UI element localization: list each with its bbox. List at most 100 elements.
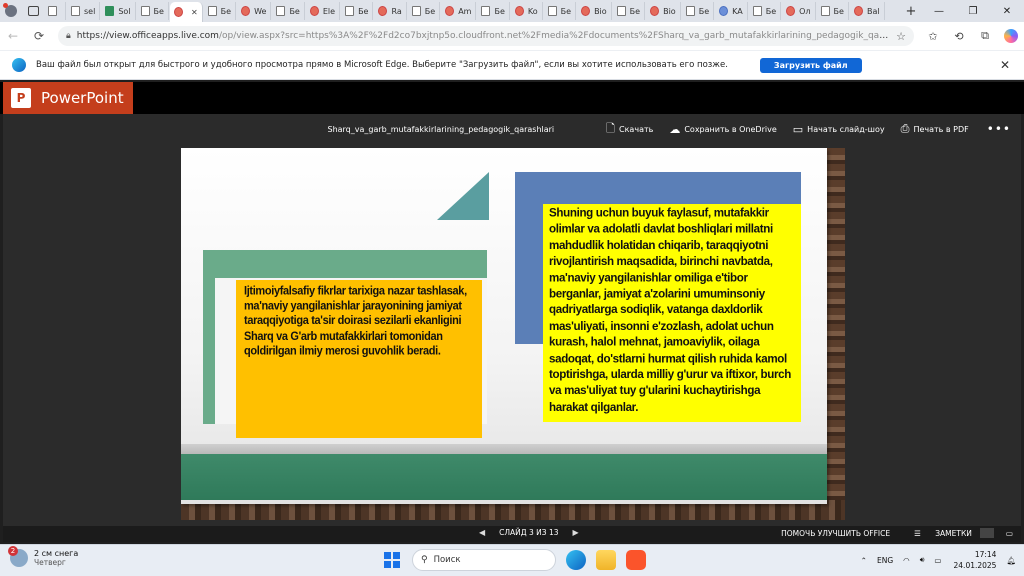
weather-snow-icon: 2: [8, 546, 28, 567]
new-tab-button[interactable]: +: [900, 4, 922, 19]
browser-tab[interactable]: Бе: [272, 2, 305, 20]
tab-label: Ele: [322, 6, 336, 16]
tab-favicon-icon: [140, 6, 150, 16]
right-text: Shuning uchun buyuk faylasuf, mutafakkir…: [549, 206, 791, 414]
browser-tab-strip: sel Sol Бе ✕ Бе We Бе Ele Бе Ra Бе Am Бе Ko Бе Bio Бе Bio…: [0, 0, 1024, 22]
brave-app-icon[interactable]: [626, 550, 646, 570]
download-label: Скачать: [619, 124, 654, 134]
browser-tab[interactable]: Бе: [682, 2, 715, 20]
taskbar-search[interactable]: ⚲ Поиск: [412, 549, 556, 571]
tab-label: Бе: [765, 6, 777, 16]
tab-label: Sol: [118, 6, 131, 16]
battery-icon[interactable]: ▭: [934, 556, 941, 565]
tab-favicon-icon: [820, 6, 830, 16]
minimize-icon[interactable]: —: [922, 0, 956, 22]
browser-tab[interactable]: Бе: [477, 2, 510, 20]
file-explorer-icon[interactable]: [596, 550, 616, 570]
browser-tab[interactable]: Am: [441, 2, 477, 20]
notifications-icon[interactable]: 🔔︎: [1006, 556, 1016, 565]
tab-label: Бе: [358, 6, 369, 16]
language-indicator[interactable]: ENG: [877, 556, 893, 565]
browser-tab[interactable]: [44, 2, 66, 20]
start-slideshow-button[interactable]: ▭ Начать слайд-шоу: [793, 123, 885, 136]
print-pdf-label: Печать в PDF: [913, 124, 969, 134]
wifi-icon[interactable]: ◠: [903, 556, 910, 565]
edge-app-icon[interactable]: [566, 550, 586, 570]
tab-label: Бе: [629, 6, 641, 16]
tab-favicon-icon: [581, 6, 591, 16]
windows-taskbar: 2 2 см снега Четверг ⚲ Поиск ⌃ ENG ◠ 🔊︎ …: [0, 544, 1024, 576]
browser-tab[interactable]: Бе: [749, 2, 782, 20]
chevron-up-icon[interactable]: ⌃: [861, 556, 867, 565]
save-onedrive-button[interactable]: ☁ Сохранить в OneDrive: [669, 123, 776, 136]
history-icon[interactable]: ⟲: [946, 30, 972, 43]
browser-tab[interactable]: ✕: [169, 2, 203, 22]
weather-subtitle: Четверг: [34, 558, 66, 567]
browser-tab[interactable]: KA: [715, 2, 748, 20]
browser-tab[interactable]: Ra: [374, 2, 407, 20]
favorites-icon[interactable]: ✩: [920, 30, 946, 43]
volume-icon[interactable]: 🔊︎: [920, 555, 925, 565]
tab-favicon-icon: [378, 6, 388, 16]
favorite-star-icon[interactable]: ☆: [896, 30, 906, 43]
print-pdf-button[interactable]: ⎙ Печать в PDF: [901, 122, 969, 136]
browser-tab[interactable]: Бе: [408, 2, 441, 20]
improve-office-link[interactable]: ПОМОЧЬ УЛУЧШИТЬ OFFICE: [781, 529, 890, 538]
close-info-bar-icon[interactable]: ✕: [1000, 58, 1010, 72]
browser-tab[interactable]: Bio: [646, 2, 681, 20]
browser-tab[interactable]: Бе: [817, 2, 849, 20]
back-icon[interactable]: ←: [0, 29, 26, 43]
workspaces-button[interactable]: [22, 0, 44, 22]
tab-favicon-icon: [685, 6, 695, 16]
tab-close-icon[interactable]: ✕: [191, 8, 198, 17]
browser-tab[interactable]: Бе: [544, 2, 577, 20]
next-slide-icon[interactable]: ▶: [573, 528, 579, 537]
profile-button[interactable]: [0, 0, 22, 22]
maximize-icon[interactable]: ❐: [956, 0, 990, 22]
browser-tab[interactable]: Bal: [850, 2, 885, 20]
browser-tab[interactable]: Bio: [577, 2, 612, 20]
browser-tab[interactable]: Бе: [341, 2, 374, 20]
browser-tab[interactable]: Ko: [511, 2, 543, 20]
browser-tab[interactable]: Ол: [782, 2, 816, 20]
prev-slide-icon[interactable]: ◀: [479, 528, 485, 537]
profile-icon: [3, 3, 17, 17]
search-icon: ⚲: [421, 555, 428, 565]
right-text-box: Shuning uchun buyuk faylasuf, mutafakkir…: [543, 204, 801, 422]
copilot-icon[interactable]: [1004, 29, 1018, 43]
browser-tab[interactable]: Бе: [137, 2, 169, 20]
browser-tab[interactable]: Бе: [204, 2, 237, 20]
taskbar-center: ⚲ Поиск: [384, 549, 646, 571]
download-button[interactable]: 🗋︎ Скачать: [606, 120, 653, 139]
slide-navigation: ◀ СЛАЙД 3 ИЗ 13 ▶: [465, 528, 593, 537]
url-text: https://view.officeapps.live.com/op/view…: [77, 31, 890, 41]
tab-label: Ол: [799, 6, 811, 16]
normal-view-icon[interactable]: [979, 528, 994, 538]
notes-button[interactable]: ☰ ЗАМЕТКИ: [902, 529, 972, 538]
tab-label: Ko: [527, 6, 538, 16]
weather-widget[interactable]: 2 2 см снега Четверг: [8, 546, 78, 567]
download-file-button[interactable]: Загрузить файл: [759, 57, 862, 73]
browser-tab[interactable]: Бе: [613, 2, 646, 20]
tab-label: Бе: [220, 6, 232, 16]
ppt-brand[interactable]: P PowerPoint: [3, 82, 133, 114]
url-path: /op/view.aspx?src=https%3A%2F%2Fd2co7bxj…: [218, 31, 891, 41]
collections-icon[interactable]: ⧉: [972, 29, 998, 43]
close-window-icon[interactable]: ✕: [990, 0, 1024, 22]
tab-label: Бе: [494, 6, 505, 16]
workspaces-icon: [27, 6, 39, 16]
fullscreen-icon[interactable]: ▭: [1006, 529, 1013, 538]
browser-tab[interactable]: Sol: [101, 2, 136, 20]
browser-tab[interactable]: sel: [67, 2, 101, 20]
clock[interactable]: 17:14 24.01.2025: [954, 549, 997, 571]
tab-favicon-icon: [547, 6, 557, 16]
browser-tab[interactable]: We: [237, 2, 272, 20]
refresh-icon[interactable]: ⟳: [26, 29, 52, 43]
browser-tab[interactable]: Ele: [306, 2, 341, 20]
tab-favicon-icon: [309, 6, 319, 16]
url-field[interactable]: 🔒︎ https://view.officeapps.live.com/op/v…: [58, 26, 914, 46]
start-button-icon[interactable]: [384, 552, 400, 568]
status-right: ПОМОЧЬ УЛУЧШИТЬ OFFICE ☰ ЗАМЕТКИ ▭: [769, 528, 1013, 538]
more-options-icon[interactable]: •••: [987, 122, 1011, 136]
tab-list: sel Sol Бе ✕ Бе We Бе Ele Бе Ra Бе Am Бе Ko Бе Bio Бе Bio…: [44, 0, 900, 22]
